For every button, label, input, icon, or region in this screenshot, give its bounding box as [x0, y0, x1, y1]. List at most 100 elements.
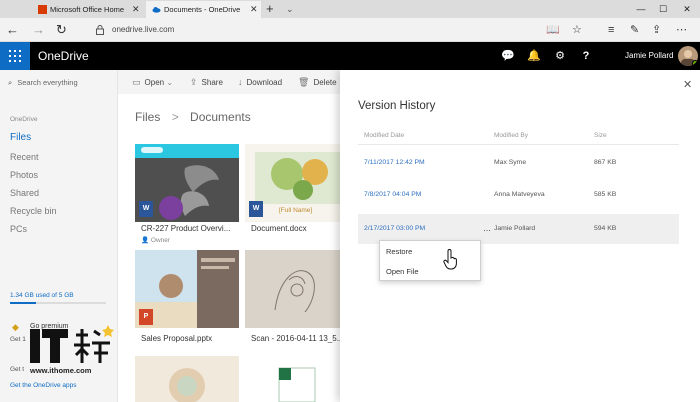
watermark-url: www.ithome.com [30, 366, 92, 375]
file-name[interactable]: CR-227 Product Overvi... [141, 224, 230, 233]
file-name[interactable]: Document.docx [251, 224, 307, 233]
share-icon: ⇪ [190, 77, 198, 87]
notifications-bell-icon[interactable]: 🔔 [521, 42, 547, 70]
sidebar-section-label: OneDrive [10, 116, 38, 123]
online-status-icon [692, 60, 698, 66]
file-tile[interactable] [135, 356, 239, 402]
promo-text: Get 1 [10, 336, 26, 343]
thumbnail-caption: [Full Name] [279, 207, 313, 214]
file-owner: 👤 Owner [141, 237, 171, 244]
sidebar-item-recent[interactable]: Recent [10, 152, 39, 162]
minimize-button[interactable]: — [630, 0, 652, 18]
breadcrumb-documents: Documents [190, 110, 251, 124]
version-size: 867 KB [594, 159, 617, 166]
file-name[interactable]: Scan - 2016-04-11 13_5... [251, 334, 343, 343]
open-file-menu-item[interactable]: Open File [386, 267, 419, 276]
refresh-icon[interactable]: ↻ [56, 21, 67, 39]
version-modified-by: Jamie Pollard [494, 225, 536, 232]
settings-gear-icon[interactable]: ⚙ [547, 42, 573, 70]
premium-diamond-icon: ◆ [12, 322, 19, 332]
hand-cursor-icon [443, 249, 457, 270]
office-icon [38, 5, 47, 14]
app-launcher-icon[interactable] [0, 42, 30, 70]
version-row[interactable]: 7/8/2017 04:04 PM Anna Matveyeva 585 KB [358, 180, 679, 210]
favorite-star-icon[interactable]: ☆ [572, 22, 582, 38]
open-icon: ▭ [132, 77, 141, 87]
open-button[interactable]: ▭ Open ⌄ [132, 70, 173, 95]
breadcrumb-files[interactable]: Files [135, 110, 160, 124]
lock-icon [96, 25, 104, 35]
tab-office-home[interactable]: Microsoft Office Home ✕ [32, 1, 144, 18]
file-tile[interactable] [245, 356, 349, 402]
share-icon[interactable]: ⇪ [652, 22, 661, 38]
url-field[interactable]: onedrive.live.com [112, 23, 174, 37]
file-tile[interactable]: W CR-227 Product Overvi... 👤 Owner [135, 144, 239, 244]
sidebar-item-files[interactable]: Files [10, 132, 31, 143]
onedrive-cloud-icon [152, 6, 161, 13]
powerpoint-file-icon: P [139, 309, 153, 325]
person-icon: 👤 [141, 237, 151, 244]
hub-icon[interactable]: ≡ [608, 22, 614, 38]
avatar[interactable] [678, 46, 698, 66]
version-modified-by: Anna Matveyeva [494, 191, 545, 198]
forward-arrow-icon[interactable]: → [32, 21, 45, 39]
column-header-size[interactable]: Size [594, 132, 607, 139]
tab-onedrive-documents[interactable]: Documents - OneDrive ✕ [146, 1, 261, 18]
delete-button[interactable]: 🗑 Delete [298, 70, 337, 95]
back-arrow-icon[interactable]: ← [6, 21, 19, 39]
reading-view-icon[interactable]: 📖 [546, 22, 560, 38]
file-thumbnail [135, 356, 239, 402]
chevron-down-icon: ⌄ [166, 78, 174, 87]
web-note-icon[interactable]: ✎ [630, 22, 639, 38]
trash-icon: 🗑 [298, 77, 310, 87]
maximize-button[interactable]: ☐ [652, 0, 674, 18]
command-bar: ▭ Open ⌄ ⇪ Share ↓ Download 🗑 Delete [118, 70, 340, 94]
version-size: 594 KB [594, 225, 617, 232]
browser-tab-bar: Microsoft Office Home ✕ Documents - OneD… [0, 0, 700, 18]
close-tab-icon[interactable]: ✕ [132, 1, 140, 18]
get-apps-link[interactable]: Get the OneDrive apps [10, 382, 76, 389]
sidebar-item-shared[interactable]: Shared [10, 188, 39, 198]
feedback-icon[interactable]: 💬 [495, 42, 521, 70]
version-date-link[interactable]: 7/11/2017 12:42 PM [364, 148, 425, 178]
share-button[interactable]: ⇪ Share [190, 70, 223, 95]
close-icon[interactable]: ✕ [683, 78, 692, 91]
panel-title: Version History [358, 100, 436, 112]
search-input[interactable]: ⌕ Search everything [8, 76, 78, 90]
file-tile[interactable]: P Sales Proposal.pptx [135, 250, 239, 346]
file-thumbnail [245, 250, 349, 328]
version-context-menu: Restore Open File [379, 240, 481, 281]
close-tab-icon[interactable]: ✕ [250, 1, 258, 18]
sidebar-item-pcs[interactable]: PCs [10, 224, 27, 234]
sidebar-item-recycle-bin[interactable]: Recycle bin [10, 206, 57, 216]
search-icon: ⌕ [8, 78, 13, 87]
user-name[interactable]: Jamie Pollard [625, 42, 673, 70]
file-tile[interactable]: [Full Name] W Document.docx [245, 144, 349, 244]
version-row[interactable]: 7/11/2017 12:42 PM Max Syme 867 KB [358, 148, 679, 178]
breadcrumb: Files > Documents [135, 110, 251, 124]
download-icon: ↓ [238, 77, 243, 87]
onedrive-header: OneDrive 💬 🔔 ⚙ ? Jamie Pollard [0, 42, 700, 70]
storage-progress-bar [10, 302, 106, 304]
help-icon[interactable]: ? [573, 42, 599, 70]
version-history-panel: ✕ Version History Modified Date Modified… [340, 70, 700, 402]
file-tile[interactable]: Scan - 2016-04-11 13_5... [245, 250, 349, 346]
new-tab-button[interactable]: + [266, 0, 274, 18]
version-date-link[interactable]: 7/8/2017 04:04 PM [364, 180, 421, 210]
tab-list-chevron-icon[interactable]: ⌄ [286, 0, 294, 18]
close-window-button[interactable]: ✕ [676, 0, 698, 18]
address-toolbar: ← → ↻ onedrive.live.com 📖 ☆ ≡ ✎ ⇪ ⋯ [0, 18, 700, 42]
column-header-modified-by[interactable]: Modified By [494, 132, 528, 139]
file-name[interactable]: Sales Proposal.pptx [141, 334, 212, 343]
sidebar-item-photos[interactable]: Photos [10, 170, 38, 180]
storage-usage-link[interactable]: 1.34 GB used of 5 GB [10, 292, 74, 299]
word-file-icon: W [139, 201, 153, 217]
more-options-icon[interactable]: ⋯ [676, 22, 687, 38]
onedrive-brand[interactable]: OneDrive [38, 42, 89, 70]
download-button[interactable]: ↓ Download [238, 70, 282, 95]
version-modified-by: Max Syme [494, 159, 527, 166]
column-header-date[interactable]: Modified Date [364, 132, 404, 139]
restore-menu-item[interactable]: Restore [386, 247, 412, 256]
promo-text: Get t [10, 366, 25, 373]
divider [358, 144, 679, 145]
